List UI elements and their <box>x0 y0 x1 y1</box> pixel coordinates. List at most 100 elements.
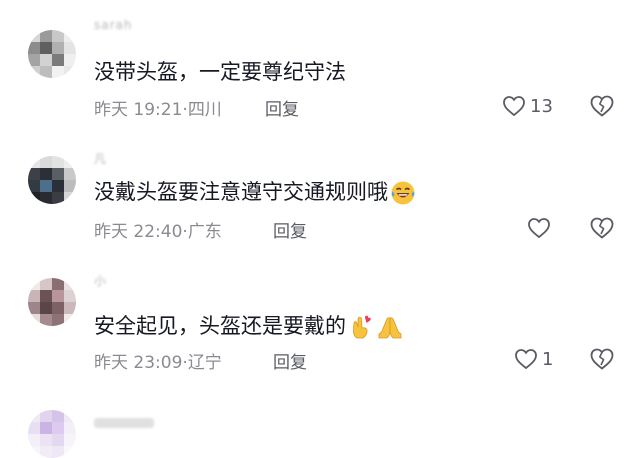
avatar-pixel <box>64 278 76 290</box>
avatar-pixel <box>52 168 64 180</box>
comment-meta: 昨天 23:09·辽宁 <box>94 353 222 373</box>
comment-date: 昨天 19:21 <box>94 100 183 120</box>
avatar-pixel <box>40 422 52 434</box>
avatar-pixel <box>40 278 52 290</box>
avatar-pixel <box>52 42 64 54</box>
avatar-pixel <box>28 42 40 54</box>
comment-text: 没戴头盔要注意遵守交通规则哦 <box>94 176 416 206</box>
avatar-pixel <box>28 180 40 192</box>
avatar-pixel <box>28 290 40 302</box>
avatar-pixel <box>52 66 64 78</box>
comment-text: 没带头盔，一定要尊纪守法 <box>94 60 346 84</box>
username[interactable]: 小 <box>94 272 107 289</box>
avatar-pixel <box>52 314 64 326</box>
broken-heart-icon <box>590 348 614 370</box>
avatar-pixel <box>64 422 76 434</box>
comment-date: 昨天 23:09 <box>94 353 183 373</box>
heart-fingers-emoji <box>348 314 374 340</box>
avatar-pixel <box>64 156 76 168</box>
avatar-pixel <box>40 42 52 54</box>
comment-location: 广东 <box>187 222 222 242</box>
username[interactable]: 凡 <box>94 150 107 167</box>
avatar-pixel <box>28 168 40 180</box>
like-button[interactable]: 1 <box>514 346 553 372</box>
like-count: 13 <box>530 95 553 117</box>
avatar[interactable] <box>28 278 76 326</box>
avatar-pixel <box>52 192 64 204</box>
avatar-pixel <box>52 434 64 446</box>
avatar-pixel <box>52 30 64 42</box>
avatar-pixel <box>40 66 52 78</box>
avatar-pixel <box>40 446 52 458</box>
like-count: 1 <box>542 348 554 370</box>
avatar[interactable] <box>28 156 76 204</box>
avatar-pixel <box>52 156 64 168</box>
avatar-pixel <box>28 278 40 290</box>
avatar-pixel <box>40 168 52 180</box>
avatar-pixel <box>40 180 52 192</box>
avatar-pixel <box>40 192 52 204</box>
avatar-pixel <box>28 446 40 458</box>
comment-location: 四川 <box>187 100 222 120</box>
avatar-pixel <box>64 54 76 66</box>
avatar-pixel <box>28 314 40 326</box>
avatar-pixel <box>52 54 64 66</box>
avatar-pixel <box>28 156 40 168</box>
avatar-pixel <box>40 290 52 302</box>
avatar-pixel <box>64 410 76 422</box>
comment-text: 安全起见，头盔还是要戴的 <box>94 310 404 340</box>
avatar-pixel <box>52 278 64 290</box>
like-button[interactable]: 13 <box>502 93 553 119</box>
username[interactable] <box>94 418 154 428</box>
comment-date: 昨天 22:40 <box>94 222 183 242</box>
comment-location: 辽宁 <box>187 353 222 373</box>
avatar-pixel <box>40 434 52 446</box>
avatar-pixel <box>40 314 52 326</box>
avatar-pixel <box>28 54 40 66</box>
avatar-pixel <box>52 410 64 422</box>
avatar-pixel <box>40 302 52 314</box>
reply-button[interactable]: 回复 <box>265 95 299 120</box>
avatar-pixel <box>40 156 52 168</box>
avatar-pixel <box>64 314 76 326</box>
avatar-pixel <box>52 422 64 434</box>
praying-hands-emoji <box>376 314 404 340</box>
avatar-pixel <box>52 290 64 302</box>
dislike-button[interactable] <box>589 216 615 242</box>
laughing-tears-emoji <box>390 180 416 206</box>
avatar-pixel <box>40 30 52 42</box>
heart-icon <box>528 218 550 239</box>
avatar-pixel <box>64 66 76 78</box>
broken-heart-icon <box>590 217 614 239</box>
avatar-pixel <box>64 180 76 192</box>
avatar-pixel <box>64 302 76 314</box>
avatar-pixel <box>28 422 40 434</box>
avatar-pixel <box>52 446 64 458</box>
avatar-pixel <box>52 302 64 314</box>
avatar-pixel <box>64 192 76 204</box>
like-button[interactable] <box>527 215 555 241</box>
broken-heart-icon <box>590 95 614 117</box>
avatar[interactable] <box>28 410 76 458</box>
avatar-pixel <box>28 66 40 78</box>
avatar-pixel <box>28 302 40 314</box>
avatar-pixel <box>64 446 76 458</box>
avatar-pixel <box>28 434 40 446</box>
comment-meta: 昨天 19:21·四川 <box>94 100 222 120</box>
avatar-pixel <box>52 180 64 192</box>
avatar-pixel <box>28 192 40 204</box>
avatar-pixel <box>64 30 76 42</box>
reply-button[interactable]: 回复 <box>273 348 307 373</box>
heart-icon <box>515 349 537 370</box>
avatar-pixel <box>64 168 76 180</box>
username[interactable]: sarah <box>94 18 133 32</box>
reply-button[interactable]: 回复 <box>273 217 307 242</box>
dislike-button[interactable] <box>589 94 615 120</box>
avatar-pixel <box>64 290 76 302</box>
avatar-pixel <box>64 42 76 54</box>
comment-meta: 昨天 22:40·广东 <box>94 222 222 242</box>
avatar[interactable] <box>28 30 76 78</box>
avatar-pixel <box>64 434 76 446</box>
avatar-pixel <box>40 410 52 422</box>
dislike-button[interactable] <box>589 347 615 373</box>
